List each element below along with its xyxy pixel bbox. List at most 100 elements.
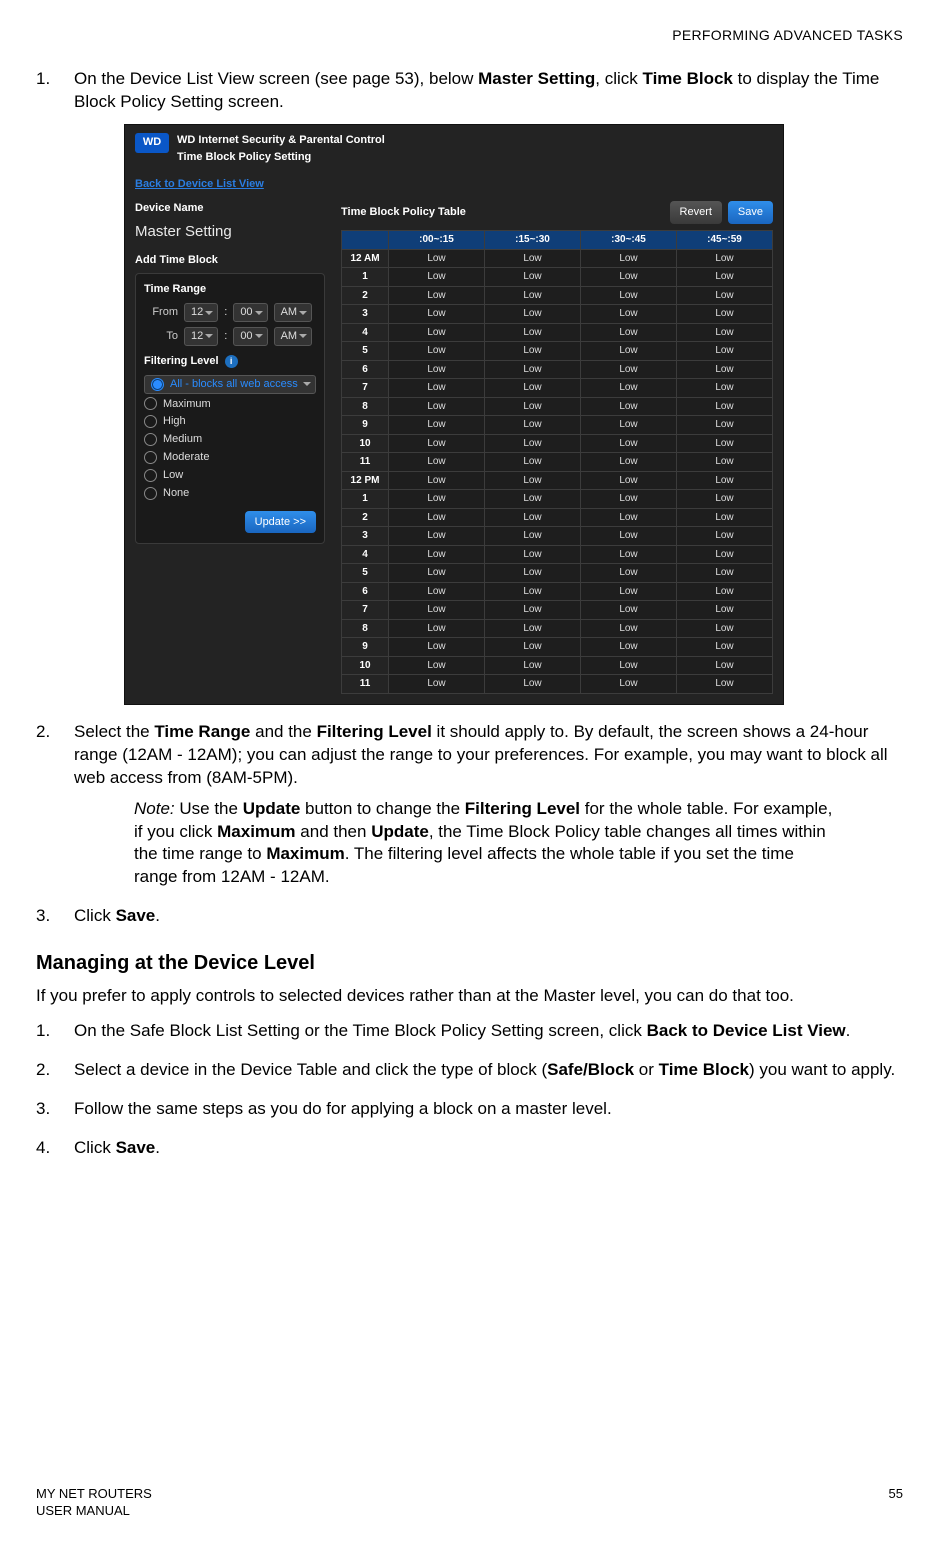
policy-cell[interactable]: Low xyxy=(677,379,773,398)
filtering-level-option[interactable]: Low xyxy=(144,468,316,483)
policy-cell[interactable]: Low xyxy=(677,564,773,583)
policy-cell[interactable]: Low xyxy=(581,508,677,527)
policy-cell[interactable]: Low xyxy=(485,360,581,379)
policy-cell[interactable]: Low xyxy=(581,601,677,620)
policy-cell[interactable]: Low xyxy=(389,471,485,490)
policy-cell[interactable]: Low xyxy=(389,305,485,324)
policy-cell[interactable]: Low xyxy=(389,675,485,694)
policy-cell[interactable]: Low xyxy=(485,508,581,527)
policy-cell[interactable]: Low xyxy=(581,397,677,416)
policy-cell[interactable]: Low xyxy=(485,434,581,453)
policy-cell[interactable]: Low xyxy=(581,675,677,694)
policy-cell[interactable]: Low xyxy=(677,527,773,546)
policy-cell[interactable]: Low xyxy=(581,564,677,583)
policy-cell[interactable]: Low xyxy=(581,416,677,435)
policy-cell[interactable]: Low xyxy=(389,527,485,546)
policy-cell[interactable]: Low xyxy=(389,656,485,675)
policy-cell[interactable]: Low xyxy=(581,656,677,675)
filtering-level-option[interactable]: Medium xyxy=(144,432,316,447)
policy-cell[interactable]: Low xyxy=(485,490,581,509)
policy-cell[interactable]: Low xyxy=(677,416,773,435)
policy-cell[interactable]: Low xyxy=(581,471,677,490)
policy-cell[interactable]: Low xyxy=(485,582,581,601)
policy-cell[interactable]: Low xyxy=(389,638,485,657)
policy-cell[interactable]: Low xyxy=(485,268,581,287)
policy-cell[interactable]: Low xyxy=(485,305,581,324)
update-button[interactable]: Update >> xyxy=(245,511,316,534)
filtering-level-option[interactable]: Moderate xyxy=(144,450,316,465)
policy-cell[interactable]: Low xyxy=(389,249,485,268)
revert-button[interactable]: Revert xyxy=(670,201,722,224)
policy-cell[interactable]: Low xyxy=(677,249,773,268)
policy-cell[interactable]: Low xyxy=(485,342,581,361)
policy-cell[interactable]: Low xyxy=(677,453,773,472)
policy-cell[interactable]: Low xyxy=(389,564,485,583)
from-ampm-select[interactable]: AM xyxy=(274,303,313,322)
policy-cell[interactable]: Low xyxy=(485,619,581,638)
policy-cell[interactable]: Low xyxy=(389,323,485,342)
policy-cell[interactable]: Low xyxy=(389,416,485,435)
policy-cell[interactable]: Low xyxy=(389,508,485,527)
policy-cell[interactable]: Low xyxy=(389,268,485,287)
policy-cell[interactable]: Low xyxy=(389,601,485,620)
from-hour-select[interactable]: 12 xyxy=(184,303,218,322)
policy-cell[interactable]: Low xyxy=(389,286,485,305)
policy-cell[interactable]: Low xyxy=(677,490,773,509)
policy-cell[interactable]: Low xyxy=(485,379,581,398)
policy-cell[interactable]: Low xyxy=(677,305,773,324)
save-button[interactable]: Save xyxy=(728,201,773,224)
policy-cell[interactable]: Low xyxy=(581,360,677,379)
to-min-select[interactable]: 00 xyxy=(233,327,267,346)
policy-cell[interactable]: Low xyxy=(677,508,773,527)
policy-cell[interactable]: Low xyxy=(581,453,677,472)
policy-cell[interactable]: Low xyxy=(389,619,485,638)
policy-cell[interactable]: Low xyxy=(389,379,485,398)
policy-cell[interactable]: Low xyxy=(581,582,677,601)
from-min-select[interactable]: 00 xyxy=(233,303,267,322)
policy-cell[interactable]: Low xyxy=(389,490,485,509)
policy-cell[interactable]: Low xyxy=(581,342,677,361)
policy-cell[interactable]: Low xyxy=(485,323,581,342)
policy-cell[interactable]: Low xyxy=(677,397,773,416)
policy-cell[interactable]: Low xyxy=(485,601,581,620)
policy-cell[interactable]: Low xyxy=(485,527,581,546)
policy-cell[interactable]: Low xyxy=(581,379,677,398)
policy-cell[interactable]: Low xyxy=(677,619,773,638)
filtering-level-option[interactable]: None xyxy=(144,486,316,501)
to-ampm-select[interactable]: AM xyxy=(274,327,313,346)
policy-cell[interactable]: Low xyxy=(485,397,581,416)
policy-cell[interactable]: Low xyxy=(485,286,581,305)
policy-cell[interactable]: Low xyxy=(581,619,677,638)
policy-cell[interactable]: Low xyxy=(485,638,581,657)
info-icon[interactable]: i xyxy=(225,355,238,368)
policy-cell[interactable]: Low xyxy=(677,323,773,342)
policy-cell[interactable]: Low xyxy=(677,342,773,361)
policy-cell[interactable]: Low xyxy=(389,434,485,453)
policy-cell[interactable]: Low xyxy=(581,249,677,268)
policy-cell[interactable]: Low xyxy=(485,249,581,268)
policy-cell[interactable]: Low xyxy=(581,545,677,564)
policy-cell[interactable]: Low xyxy=(389,545,485,564)
policy-cell[interactable]: Low xyxy=(389,582,485,601)
policy-cell[interactable]: Low xyxy=(581,638,677,657)
filtering-level-option[interactable]: Maximum xyxy=(144,397,316,412)
policy-cell[interactable]: Low xyxy=(485,416,581,435)
policy-cell[interactable]: Low xyxy=(485,675,581,694)
policy-cell[interactable]: Low xyxy=(677,434,773,453)
policy-cell[interactable]: Low xyxy=(677,268,773,287)
to-hour-select[interactable]: 12 xyxy=(184,327,218,346)
policy-cell[interactable]: Low xyxy=(485,656,581,675)
filtering-level-option[interactable]: High xyxy=(144,414,316,429)
back-to-device-list-link[interactable]: Back to Device List View xyxy=(125,173,274,202)
policy-cell[interactable]: Low xyxy=(677,360,773,379)
policy-cell[interactable]: Low xyxy=(581,527,677,546)
policy-cell[interactable]: Low xyxy=(581,323,677,342)
policy-cell[interactable]: Low xyxy=(677,656,773,675)
policy-cell[interactable]: Low xyxy=(677,471,773,490)
policy-cell[interactable]: Low xyxy=(389,397,485,416)
policy-cell[interactable]: Low xyxy=(581,434,677,453)
policy-cell[interactable]: Low xyxy=(485,471,581,490)
policy-cell[interactable]: Low xyxy=(677,638,773,657)
policy-cell[interactable]: Low xyxy=(677,582,773,601)
policy-cell[interactable]: Low xyxy=(677,675,773,694)
